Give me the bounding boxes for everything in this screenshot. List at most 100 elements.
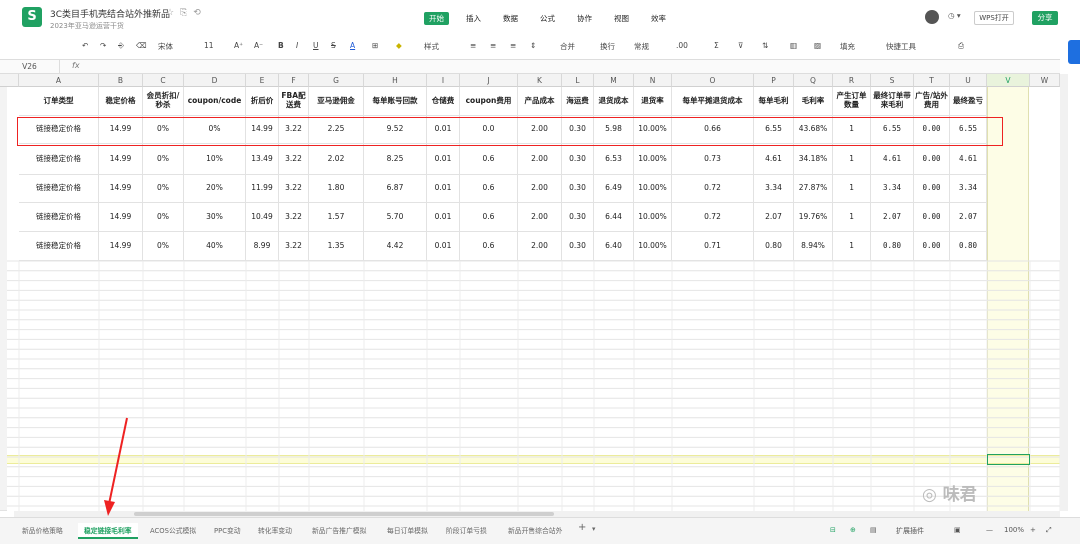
row-header-strip[interactable] (0, 87, 7, 511)
column-header-b[interactable]: B (99, 74, 143, 87)
undo-icon[interactable]: ↶ (82, 41, 88, 50)
table-cell[interactable]: 3.34 (950, 175, 987, 203)
table-cell[interactable]: 0.00 (914, 175, 950, 203)
table-cell[interactable]: 1.35 (309, 232, 364, 261)
table-cell[interactable]: 10.00% (634, 175, 672, 203)
align-right-icon[interactable]: ≡ (510, 41, 516, 50)
active-cell-cursor[interactable] (987, 454, 1030, 465)
fill-button[interactable]: 填充 (840, 41, 855, 52)
sort-icon[interactable]: ⇅ (762, 41, 768, 50)
underline-icon[interactable]: U (313, 41, 319, 50)
column-header-j[interactable]: J (460, 74, 518, 87)
table-cell[interactable]: 0% (143, 175, 184, 203)
column-header-e[interactable]: E (246, 74, 279, 87)
header-cell[interactable]: coupon费用 (460, 87, 518, 116)
table-cell[interactable]: 0.6 (460, 144, 518, 175)
table-cell[interactable]: 0.73 (672, 144, 754, 175)
table-cell[interactable]: 0.00 (914, 232, 950, 261)
table-cell[interactable]: 27.87% (794, 175, 833, 203)
clock-icon[interactable]: ◷ ▾ (948, 11, 961, 20)
font-select[interactable]: 宋体 (158, 41, 173, 52)
column-header-i[interactable]: I (427, 74, 460, 87)
table-cell[interactable]: 3.22 (279, 232, 309, 261)
table-cell[interactable]: 链接稳定价格 (19, 203, 99, 232)
fx-icon[interactable]: fx (72, 61, 80, 70)
user-avatar[interactable] (925, 10, 939, 24)
title-actions[interactable]: ☆⎘⟲ (166, 8, 207, 18)
column-header-v[interactable]: V (987, 74, 1030, 87)
table-cell[interactable]: 14.99 (99, 232, 143, 261)
header-cell[interactable]: 海运费 (562, 87, 594, 116)
header-cell[interactable]: 每单毛利 (754, 87, 794, 116)
table-cell[interactable]: 6.40 (594, 232, 634, 261)
font-grow-icon[interactable]: A⁺ (234, 41, 243, 50)
sheet-tab-launch-offsite[interactable]: 新品开售综合站外 (508, 525, 562, 535)
table-cell[interactable]: 2.07 (950, 203, 987, 232)
header-cell[interactable]: 每单账号回款 (364, 87, 427, 116)
zoom-level[interactable]: 100% (1004, 526, 1024, 534)
add-sheet-icon[interactable]: + (578, 522, 586, 533)
table-cell[interactable]: 2.00 (518, 203, 562, 232)
table-cell[interactable]: 1.80 (309, 175, 364, 203)
tab-insert[interactable]: 插入 (461, 12, 486, 25)
column-header-m[interactable]: M (594, 74, 634, 87)
fullscreen-icon[interactable]: ⤢ (1046, 526, 1052, 535)
strikethrough-icon[interactable]: S (331, 41, 336, 50)
header-cell[interactable]: 退货成本 (594, 87, 634, 116)
table-cell[interactable]: 30% (184, 203, 246, 232)
table-cell[interactable]: 6.87 (364, 175, 427, 203)
table-cell[interactable]: 4.42 (364, 232, 427, 261)
image-icon[interactable]: ▨ (814, 41, 821, 50)
table-cell[interactable]: 19.76% (794, 203, 833, 232)
table-cell[interactable]: 2.00 (518, 175, 562, 203)
header-cell[interactable]: 会员折扣/秒杀 (143, 87, 184, 116)
table-cell[interactable]: 5.70 (364, 203, 427, 232)
table-cell[interactable]: 14.99 (99, 144, 143, 175)
share-link-icon[interactable]: ⎘ (180, 8, 193, 18)
table-cell[interactable]: 0.71 (672, 232, 754, 261)
align-left-icon[interactable]: ≡ (470, 41, 476, 50)
table-cell[interactable]: 1.57 (309, 203, 364, 232)
sheet-tab-stage-loss[interactable]: 阶段订单亏损 (446, 525, 487, 535)
tab-collab[interactable]: 协作 (572, 12, 597, 25)
table-cell[interactable]: 0.00 (914, 203, 950, 232)
font-shrink-icon[interactable]: A⁻ (254, 41, 263, 50)
tab-home[interactable]: 开始 (424, 12, 449, 25)
column-header-f[interactable]: F (279, 74, 309, 87)
table-cell[interactable]: 8.25 (364, 144, 427, 175)
table-cell[interactable]: 13.49 (246, 144, 279, 175)
header-cell[interactable]: 产生订单数量 (833, 87, 871, 116)
table-cell[interactable]: 14.99 (99, 203, 143, 232)
table-cell[interactable]: 6.53 (594, 144, 634, 175)
header-cell[interactable]: FBA配送费 (279, 87, 309, 116)
column-header-p[interactable]: P (754, 74, 794, 87)
sheet-menu-icon[interactable]: ▾ (592, 525, 595, 533)
table-cell[interactable]: 0.72 (672, 203, 754, 232)
table-cell[interactable]: 3.22 (279, 175, 309, 203)
header-cell[interactable]: 最终盈亏 (950, 87, 987, 116)
italic-icon[interactable]: I (296, 41, 298, 50)
header-cell[interactable]: 退货率 (634, 87, 672, 116)
table-cell[interactable]: 0% (143, 144, 184, 175)
select-all-corner[interactable] (0, 74, 19, 87)
column-header-a[interactable]: A (19, 74, 99, 87)
table-cell[interactable]: 0.6 (460, 175, 518, 203)
header-cell[interactable]: 广告/站外费用 (914, 87, 950, 116)
column-header-q[interactable]: Q (794, 74, 833, 87)
header-cell[interactable]: 产品成本 (518, 87, 562, 116)
table-cell[interactable]: 2.00 (518, 144, 562, 175)
column-header-c[interactable]: C (143, 74, 184, 87)
zoom-out-icon[interactable]: — (986, 526, 993, 534)
sheet-tab-pricing-strategy[interactable]: 新品价格策略 (22, 525, 63, 535)
header-cell[interactable]: 亚马逊佣金 (309, 87, 364, 116)
table-cell[interactable]: 0.6 (460, 203, 518, 232)
header-cell[interactable]: 最终订单带来毛利 (871, 87, 914, 116)
table-cell[interactable]: 4.61 (950, 144, 987, 175)
table-cell[interactable]: 20% (184, 175, 246, 203)
table-cell[interactable]: 链接稳定价格 (19, 232, 99, 261)
view-mode-icon[interactable]: ▣ (954, 526, 961, 534)
table-cell[interactable]: 10.00% (634, 232, 672, 261)
header-cell[interactable]: 仓储费 (427, 87, 460, 116)
table-cell[interactable]: 3.22 (279, 144, 309, 175)
table-cell[interactable]: 0.80 (871, 232, 914, 261)
